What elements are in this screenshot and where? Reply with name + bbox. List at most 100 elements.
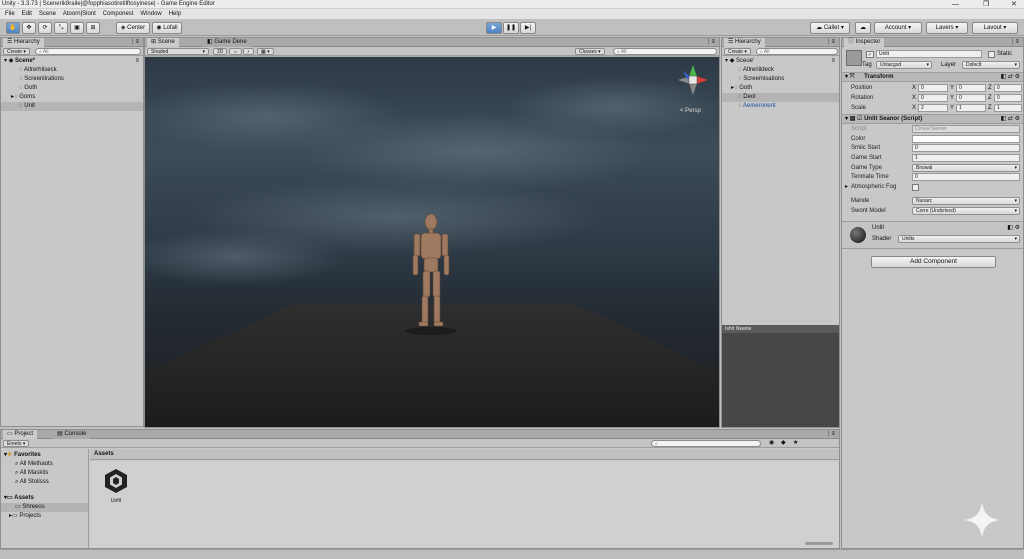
create-dropdown[interactable]: Create ▾ [724,48,751,55]
expand-arrow-icon[interactable]: ▾ [4,58,7,64]
hand-tool-icon[interactable]: ✋ [6,22,20,34]
transform-tool-icon[interactable]: ⊞ [86,22,100,34]
scale-tool-icon[interactable]: ⤡ [54,22,68,34]
component-enabled-checkbox[interactable]: ☑ [857,116,862,122]
zoom-slider[interactable] [805,542,833,545]
fog-checkbox[interactable] [912,184,919,191]
script-component-header[interactable]: ▾ ▤ ☑ Unlit Seanor (Script) ◧ ⇄ ⚙ [842,114,1023,124]
script-field[interactable]: CmiverSeener [912,125,1020,133]
effects-toggle-icon[interactable]: ▦ ▾ [257,48,274,55]
hierarchy-item[interactable]: ◌ Screemisations [722,75,839,84]
mande-dropdown[interactable]: Nunarc ▾ [912,197,1020,205]
tab-project[interactable]: ▭ Project [3,430,38,439]
expand-arrow-icon[interactable]: ▸ [845,182,848,192]
filter-label-icon[interactable]: ◆ [781,439,786,448]
menu-help[interactable]: Help [169,9,181,19]
audio-toggle-icon[interactable]: ♪ [243,48,254,55]
assets-child-selected[interactable]: ▭ Shreeos [1,503,88,512]
maximize-icon[interactable]: ❐ [983,0,989,9]
favorites-item[interactable]: ⌕ All Methaots [1,460,88,469]
scene-menu-icon[interactable]: ≡ [831,57,835,66]
hierarchy-item[interactable]: ◌ Screenlirations [1,75,143,84]
favorite-star-icon[interactable]: ★ [793,439,798,448]
minimize-icon[interactable]: — [952,0,959,9]
close-icon[interactable]: ✕ [1011,0,1017,9]
hierarchy-item[interactable]: ▸◌ Goth [722,84,839,93]
assets-child[interactable]: ▸▭ Projects [1,512,88,521]
layer-dropdown[interactable]: Dsfeclt ▾ [962,61,1020,69]
rotation-y-field[interactable]: 0 [956,94,986,102]
scene-root-row[interactable]: ▾ ◆ Sceue' ≡ [722,57,839,66]
hierarchy-item[interactable]: ◌ Aemeronent [722,102,839,111]
tab-game[interactable]: ◧ Game Dene [203,38,251,47]
component-menu-icon[interactable]: ◧ ⇄ ⚙ [1001,73,1020,82]
pivot-center-toggle[interactable]: ◈ Center [116,22,150,34]
rotate-tool-icon[interactable]: ⟳ [38,22,52,34]
filter-type-icon[interactable]: ◉ [769,439,774,448]
static-checkbox[interactable] [988,51,995,58]
smile-start-field[interactable]: 0 [912,144,1020,152]
layers-dropdown[interactable]: Lavers ▾ [926,22,968,34]
expand-arrow-icon[interactable]: ▾ [725,58,728,64]
project-create-dropdown[interactable]: Ereets ▾ [3,440,30,447]
tab-hierarchy[interactable]: ☰ Hierarchy [3,38,44,47]
scale-x-field[interactable]: 2 [918,104,948,112]
panel-menu-icon[interactable]: ⋮≡ [825,430,835,439]
menu-component[interactable]: Componest [103,9,134,19]
scene-root-row[interactable]: ▾ ◆ Scene* ≡ [1,57,143,66]
account-dropdown[interactable]: Account ▾ [874,22,922,34]
shader-dropdown[interactable]: Unlits ▾ [898,235,1020,243]
expand-arrow-icon[interactable]: ▾ [845,74,848,80]
expand-arrow-icon[interactable]: ▾ [845,116,848,122]
position-x-field[interactable]: 0 [918,84,948,92]
menu-edit[interactable]: Edit [22,9,32,19]
2d-toggle[interactable]: 2D [213,48,228,55]
collab-dropdown[interactable]: ☁ Callet ▾ [810,22,850,34]
component-menu-icon[interactable]: ◧ ⚙ [1007,224,1020,231]
gizmos-dropdown[interactable]: Cluvses ▾ [575,48,605,55]
position-z-field[interactable]: 0 [994,84,1022,92]
assets-breadcrumb[interactable]: Assets [90,449,839,460]
menu-scene[interactable]: Scene [39,9,56,19]
asset-item[interactable]: Unfit [98,467,134,511]
active-checkbox[interactable]: ✓ [866,51,874,58]
hierarchy-item[interactable]: ▸◌ Goms [1,93,143,102]
transform-header[interactable]: ▾ ⤧ Transform ◧ ⇄ ⚙ [842,72,1023,82]
rotation-x-field[interactable]: 0 [918,94,948,102]
layout-dropdown[interactable]: Lavout ▾ [972,22,1018,34]
hierarchy-search-input[interactable]: ⌕ All [35,48,141,55]
scale-y-field[interactable]: 1 [956,104,986,112]
scene-viewport[interactable]: < Persp [145,57,719,427]
scale-z-field[interactable]: 1 [994,104,1022,112]
tag-dropdown[interactable]: Untacgsd ▾ [876,61,932,69]
hierarchy-item[interactable]: ◌ Atlrerlildeck [722,66,839,75]
menu-window[interactable]: Window [140,9,161,19]
scene-menu-icon[interactable]: ≡ [135,57,139,66]
favorites-item[interactable]: ⌕ All Stoilsss [1,478,88,487]
play-button[interactable]: ▶ [486,22,502,34]
favorites-item[interactable]: ⌕ All Maskits [1,469,88,478]
hierarchy-item[interactable]: ◌ Goth [1,84,143,93]
tab-console[interactable]: ▤ Console [53,430,91,439]
step-button[interactable]: ▶| [520,22,536,34]
swont-dropdown[interactable]: Corre (Undcriecd) ▾ [912,207,1020,215]
assets-header[interactable]: ▾▭ Assets [1,494,88,503]
tab-hierarchy-2[interactable]: ☰ Hierarchy [724,38,765,47]
persp-label[interactable]: < Persp [680,108,702,114]
color-swatch[interactable] [912,135,1020,143]
lighting-toggle-icon[interactable]: ☼ [229,48,242,55]
object-name-field[interactable]: Unlit [876,50,982,58]
game-start-field[interactable]: 1 [912,154,1020,162]
move-tool-icon[interactable]: ✥ [22,22,36,34]
hierarchy-item-selected[interactable]: ◌ Deol [722,93,839,102]
hierarchy-item-selected[interactable]: ◌ Unit [1,102,143,111]
menu-assets[interactable]: Atoorn|Slont [63,9,96,19]
menu-file[interactable]: File [5,9,15,19]
panel-menu-icon[interactable]: ⋮≡ [825,38,835,47]
project-search-input[interactable]: ⌕ [651,440,761,447]
panel-menu-icon[interactable]: ⋮≡ [129,38,139,47]
tenmate-field[interactable]: 0 [912,173,1020,181]
tab-inspector[interactable]: ⓘ Inspecter [844,38,885,47]
panel-menu-icon[interactable]: ⋮≡ [1009,38,1019,47]
rotation-z-field[interactable]: 0 [994,94,1022,102]
